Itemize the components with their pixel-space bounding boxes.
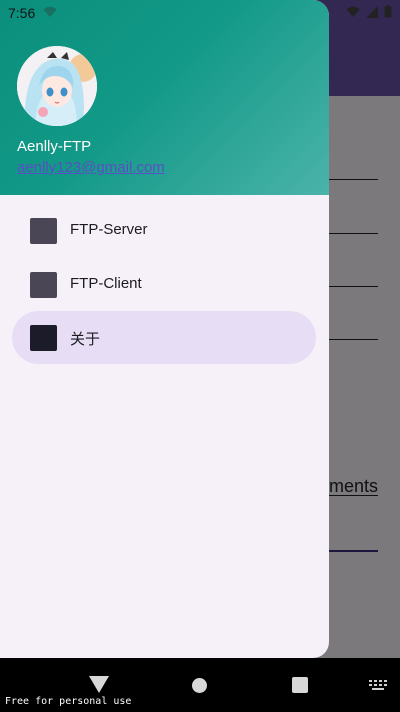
status-bar: 7:56 <box>0 0 400 26</box>
navigation-drawer: Aenlly-FTP aenlly123@gmail.com FTP-Serve… <box>0 0 329 658</box>
signal-icon <box>366 5 378 21</box>
menu-item-about[interactable]: 关于 <box>12 311 316 364</box>
keyboard-icon[interactable] <box>369 679 387 697</box>
menu-item-ftp-server[interactable]: FTP-Server <box>12 204 316 257</box>
recents-icon[interactable] <box>292 677 308 693</box>
wifi-off-icon <box>43 5 57 21</box>
battery-icon <box>384 5 392 21</box>
status-time: 7:56 <box>8 5 36 21</box>
ftp-server-icon <box>30 218 57 244</box>
menu-item-label: 关于 <box>70 331 101 348</box>
drawer-header: Aenlly-FTP aenlly123@gmail.com <box>0 0 329 195</box>
watermark-text: Free for personal use <box>5 696 132 707</box>
wifi-icon <box>346 5 360 21</box>
menu-item-label: FTP-Client <box>70 275 142 292</box>
header-email-link[interactable]: aenlly123@gmail.com <box>17 159 165 176</box>
menu-item-label: FTP-Server <box>70 221 148 238</box>
header-title: Aenlly-FTP <box>17 138 92 155</box>
avatar[interactable] <box>17 46 97 126</box>
ftp-client-icon <box>30 272 57 298</box>
menu-item-ftp-client[interactable]: FTP-Client <box>12 258 316 311</box>
home-icon[interactable] <box>192 678 207 693</box>
about-icon <box>30 325 57 351</box>
system-nav-bar: Free for personal use <box>0 658 400 712</box>
